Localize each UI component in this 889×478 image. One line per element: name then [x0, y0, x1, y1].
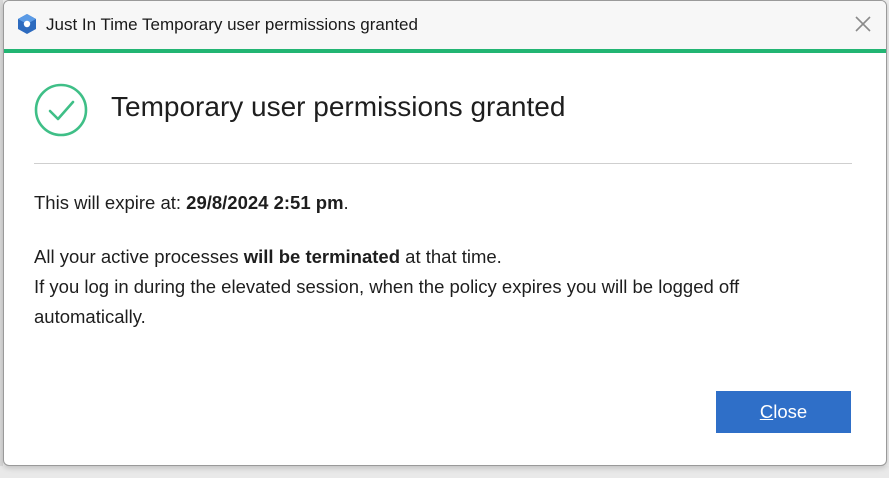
- window-title: Just In Time Temporary user permissions …: [46, 15, 418, 34]
- title-accent-line: [4, 49, 886, 53]
- processes-message: All your active processes will be termin…: [34, 244, 502, 270]
- app-logo-icon: [18, 14, 36, 34]
- jit-permissions-dialog: Just In Time Temporary user permissions …: [3, 0, 887, 466]
- expiry-message: This will expire at: 29/8/2024 2:51 pm.: [34, 190, 349, 216]
- close-button[interactable]: Close: [716, 391, 851, 433]
- expiry-prefix: This will expire at:: [34, 192, 187, 213]
- close-mnemonic: C: [759, 401, 774, 422]
- check-circle-icon: [34, 83, 88, 137]
- close-label-rest: lose: [773, 401, 808, 422]
- close-icon[interactable]: [852, 13, 874, 35]
- dialog-heading: Temporary user permissions granted: [111, 91, 566, 122]
- logoff-message-line2: automatically.: [34, 306, 146, 327]
- expiry-suffix: .: [343, 192, 349, 213]
- processes-bold: will be terminated: [243, 246, 401, 267]
- expiry-datetime: 29/8/2024 2:51 pm: [186, 192, 344, 213]
- title-bar[interactable]: Just In Time Temporary user permissions …: [4, 1, 886, 49]
- background-window-edge-bottom: [0, 466, 889, 478]
- divider: [34, 163, 852, 164]
- logoff-message-line1: If you log in during the elevated sessio…: [34, 276, 740, 297]
- processes-suffix: at that time.: [400, 246, 502, 267]
- desktop-background: Just In Time Temporary user permissions …: [0, 0, 889, 478]
- processes-prefix: All your active processes: [34, 246, 244, 267]
